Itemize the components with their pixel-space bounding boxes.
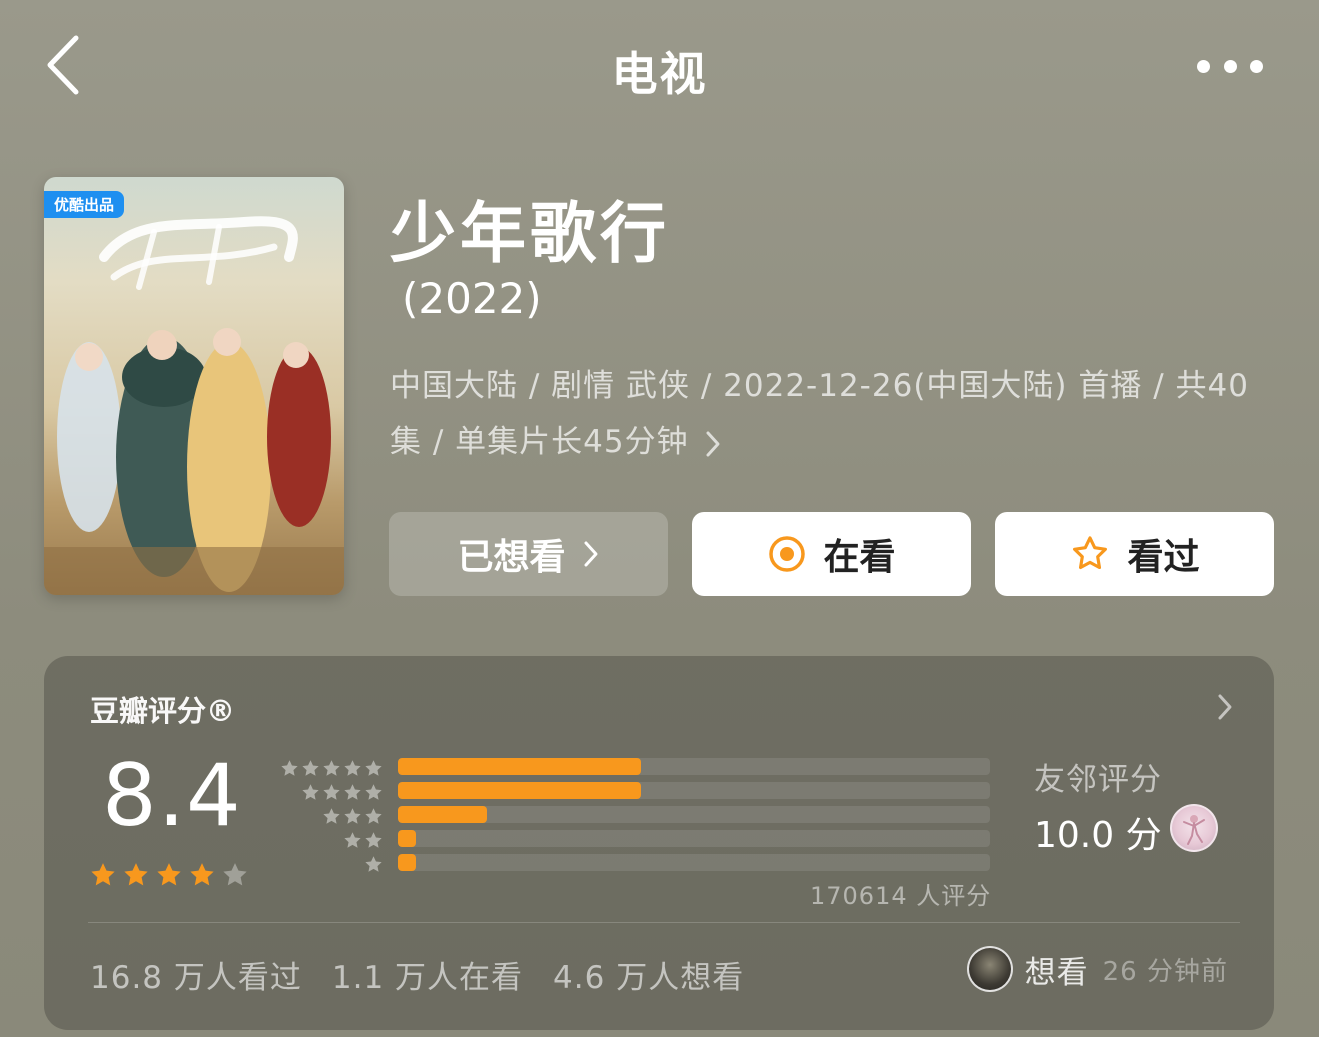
watching-button-label: 在看 [823, 537, 896, 578]
star-small-icon [323, 783, 340, 800]
star-small-icon [344, 759, 361, 776]
star-small-icon [323, 807, 340, 824]
star-small-icon [302, 783, 319, 800]
star-small-icon [344, 783, 361, 800]
star-filled-icon [157, 863, 181, 886]
rating-distribution [398, 758, 990, 878]
star-small-icon [323, 759, 340, 776]
chevron-right-icon [584, 541, 597, 567]
dot-icon [1223, 59, 1237, 73]
watching-button[interactable]: 在看 [692, 512, 971, 596]
wish-button-label: 已想看 [457, 537, 566, 578]
star-empty-icon [223, 863, 247, 886]
star-filled-icon [91, 863, 115, 886]
wish-button[interactable]: 已想看 [389, 512, 668, 596]
rating-bar-fill [398, 854, 416, 871]
friend-activity[interactable]: 想看 26 分钟前 [966, 946, 1228, 992]
friend-avatar[interactable] [1170, 804, 1218, 852]
star-outline-icon [1073, 536, 1108, 570]
chevron-right-icon[interactable] [1216, 692, 1234, 722]
rating-bar-fill [398, 758, 641, 775]
star-level-1 [276, 852, 384, 876]
page-title: 电视 [611, 47, 708, 101]
chevron-right-icon [706, 431, 720, 456]
wish-count: 4.6 万人想看 [553, 960, 745, 996]
star-small-icon [302, 759, 319, 776]
star-level-2 [276, 828, 384, 852]
watched-button[interactable]: 看过 [995, 512, 1274, 596]
star-small-icon [365, 807, 382, 824]
watch-stats: 16.8 万人看过 1.1 万人在看 4.6 万人想看 [90, 952, 744, 997]
score-stars [88, 860, 250, 890]
rating-bar-fill [398, 806, 487, 823]
rating-bar-fill [398, 830, 416, 847]
star-level-3 [276, 804, 384, 828]
distribution-star-labels [276, 756, 384, 876]
rating-bar-track [398, 782, 990, 799]
rating-card[interactable]: 豆瓣评分® 8.4 170614 人评分 友邻评分 10.0 分 16.8 万人… [44, 656, 1274, 1030]
rating-count: 170614 人评分 [810, 882, 992, 910]
friend-rating-score: 10.0 分 [1034, 815, 1162, 856]
star-filled-icon [124, 863, 148, 886]
rating-bar-track [398, 830, 990, 847]
show-meta[interactable]: 中国大陆 / 剧情 武侠 / 2022-12-26(中国大陆) 首播 / 共40… [390, 358, 1260, 470]
star-small-icon [344, 831, 361, 848]
star-level-4 [276, 780, 384, 804]
rating-bar-track [398, 758, 990, 775]
star-small-icon [365, 855, 382, 872]
rating-bar-fill [398, 782, 641, 799]
star-filled-icon [190, 863, 214, 886]
poster-art [44, 216, 344, 595]
activity-action: 想看 [1024, 954, 1089, 991]
star-small-icon [344, 807, 361, 824]
star-small-icon [365, 783, 382, 800]
top-bar: 电视 [0, 0, 1319, 130]
watched-count: 16.8 万人看过 [90, 960, 302, 996]
target-icon [769, 536, 806, 572]
watching-count: 1.1 万人在看 [331, 960, 524, 996]
activity-time: 26 分钟前 [1102, 956, 1228, 987]
divider [88, 922, 1240, 923]
rating-score: 8.4 [102, 746, 242, 846]
show-meta-text: 中国大陆 / 剧情 武侠 / 2022-12-26(中国大陆) 首播 / 共40… [390, 368, 1249, 460]
star-level-5 [276, 756, 384, 780]
poster-image[interactable]: 优酷出品 [44, 177, 344, 595]
show-year: (2022) [402, 274, 542, 323]
star-small-icon [281, 759, 298, 776]
dot-icon [1250, 59, 1263, 73]
star-small-icon [365, 831, 382, 848]
dancer-figure-icon [1183, 815, 1205, 845]
dot-icon [1197, 59, 1210, 73]
rating-bar-track [398, 806, 990, 823]
rating-bar-track [398, 854, 990, 871]
rating-label: 豆瓣评分® [90, 694, 236, 728]
friend-rating-label: 友邻评分 [1034, 762, 1162, 798]
activity-avatar[interactable] [966, 946, 1013, 992]
more-options-button[interactable] [1197, 54, 1263, 78]
watched-button-label: 看过 [1127, 537, 1200, 578]
show-title: 少年歌行 [390, 195, 670, 272]
star-small-icon [365, 759, 382, 776]
